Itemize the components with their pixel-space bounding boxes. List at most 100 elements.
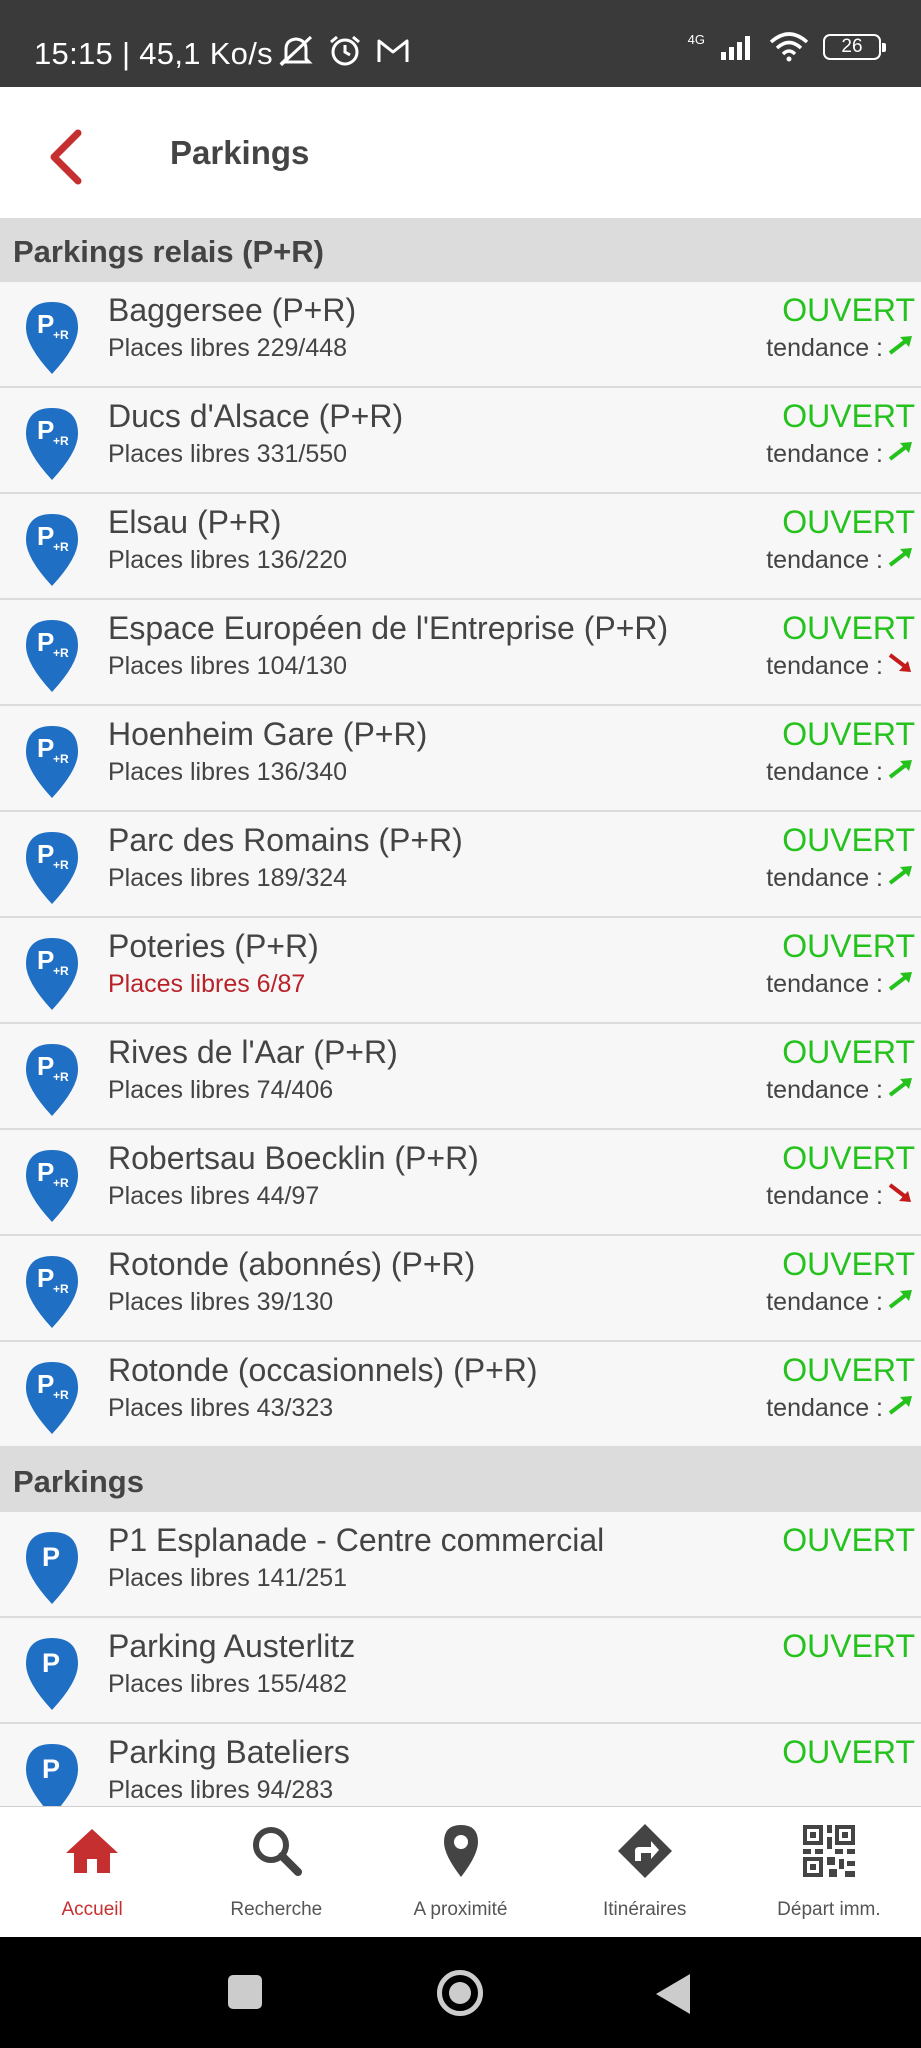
trend-label: tendance : <box>766 864 883 892</box>
home-button-icon[interactable] <box>437 1970 483 2016</box>
parking-row[interactable]: P +R Baggersee (P+R) Places libres 229/448… <box>0 282 921 388</box>
nav-accueil[interactable]: Accueil <box>0 1807 184 1937</box>
parking-name: Ducs d'Alsace (P+R) <box>108 398 404 434</box>
nav-itineraires[interactable]: Itinéraires <box>553 1807 737 1937</box>
status-badge: OUVERT <box>782 1246 915 1282</box>
status-badge: OUVERT <box>782 1522 915 1558</box>
parking-name: Espace Européen de l'Entreprise (P+R) <box>108 610 669 646</box>
parking-name: Rotonde (occasionnels) (P+R) <box>108 1352 538 1388</box>
svg-text:+R: +R <box>53 328 69 342</box>
parking-list[interactable]: Parkings relais (P+R) P +R Baggersee (P+R… <box>0 218 921 1806</box>
status-badge: OUVERT <box>782 1140 915 1176</box>
parking-row[interactable]: P +R Rotonde (abonnés) (P+R) Places libres … <box>0 1236 921 1342</box>
parking-row[interactable]: P +R Poteries (P+R) Places libres 6/87 OUVER… <box>0 918 921 1024</box>
status-badge: OUVERT <box>782 928 915 964</box>
parking-row[interactable]: P +R Hoenheim Gare (P+R) Places libres 136/… <box>0 706 921 812</box>
svg-text:+R: +R <box>53 1282 69 1296</box>
parking-places: Places libres 331/550 <box>108 440 348 468</box>
trend-indicator: tendance : <box>766 864 915 893</box>
parking-row[interactable]: P +R Rives de l'Aar (P+R) Places libres 74/… <box>0 1024 921 1130</box>
parking-places: Places libres 94/283 <box>108 1776 334 1804</box>
recent-apps-icon[interactable] <box>228 1975 262 2009</box>
system-navigation-bar <box>0 1937 921 2048</box>
parking-places: Places libres 136/220 <box>108 546 348 574</box>
status-badge: OUVERT <box>782 292 915 328</box>
status-badge: OUVERT <box>782 716 915 752</box>
parking-name: Robertsau Boecklin (P+R) <box>108 1140 479 1176</box>
nav-label: Départ imm. <box>777 1899 881 1920</box>
parking-pin-icon: P +R <box>24 406 80 482</box>
nav-a-proximite[interactable]: A proximité <box>368 1807 552 1937</box>
parking-pin-icon: P +R <box>24 1042 80 1118</box>
svg-text:P: P <box>37 309 54 339</box>
parking-pin-icon: P <box>24 1530 80 1606</box>
parking-row[interactable]: P +R Parc des Romains (P+R) Places libres 1… <box>0 812 921 918</box>
trend-up-arrow-icon <box>887 546 915 575</box>
parking-row[interactable]: P +R Elsau (P+R) Places libres 136/220 OUVER… <box>0 494 921 600</box>
nav-label: A proximité <box>413 1899 508 1920</box>
parking-places: Places libres 43/323 <box>108 1394 334 1422</box>
parking-row[interactable]: P +R Espace Européen de l'Entreprise (P+R)… <box>0 600 921 706</box>
trend-label: tendance : <box>766 334 883 362</box>
parking-name: Hoenheim Gare (P+R) <box>108 716 428 752</box>
status-badge: OUVERT <box>782 504 915 540</box>
nav-label: Itinéraires <box>603 1899 687 1920</box>
svg-text:+R: +R <box>53 646 69 660</box>
battery-icon: 26 <box>823 34 886 60</box>
chevron-left-icon[interactable] <box>46 129 86 185</box>
trend-indicator: tendance : <box>766 1076 915 1105</box>
trend-label: tendance : <box>766 970 883 998</box>
home-icon <box>66 1829 119 1873</box>
muted-bell-icon <box>279 35 313 67</box>
nav-label: Recherche <box>230 1899 323 1920</box>
parking-row[interactable]: P P1 Esplanade - Centre commercial Places … <box>0 1512 921 1618</box>
trend-up-arrow-icon <box>887 1076 915 1105</box>
svg-text:+R: +R <box>53 1388 69 1402</box>
parking-places: Places libres 189/324 <box>108 864 348 892</box>
parking-row[interactable]: P Parking Austerlitz Places libres 155/482… <box>0 1618 921 1724</box>
parking-row[interactable]: P +R Robertsau Boecklin (P+R) Places libres… <box>0 1130 921 1236</box>
search-icon <box>253 1827 303 1876</box>
network-type: 4G <box>687 31 705 47</box>
trend-indicator: tendance : <box>766 1182 915 1211</box>
nav-recherche[interactable]: Recherche <box>184 1807 368 1937</box>
svg-text:P: P <box>37 1157 54 1187</box>
parking-row[interactable]: P Parking Bateliers Places libres 94/283 OU… <box>0 1724 921 1806</box>
parking-name: Baggersee (P+R) <box>108 292 357 328</box>
svg-text:P: P <box>37 733 54 763</box>
parking-pin-icon: P +R <box>24 512 80 588</box>
parking-name: Rives de l'Aar (P+R) <box>108 1034 398 1070</box>
trend-label: tendance : <box>766 652 883 680</box>
status-badge: OUVERT <box>782 822 915 858</box>
parking-places: Places libres 141/251 <box>108 1564 348 1592</box>
nav-label: Accueil <box>61 1899 123 1920</box>
trend-up-arrow-icon <box>887 1288 915 1317</box>
trend-up-arrow-icon <box>887 334 915 363</box>
svg-text:P: P <box>37 1051 54 1081</box>
parking-name: P1 Esplanade - Centre commercial <box>108 1522 605 1558</box>
parking-pin-icon: P +R <box>24 300 80 376</box>
svg-text:P: P <box>42 1754 60 1784</box>
status-badge: OUVERT <box>782 1734 915 1770</box>
nav-depart-imm[interactable]: Départ imm. <box>737 1807 921 1937</box>
trend-indicator: tendance : <box>766 546 915 575</box>
trend-label: tendance : <box>766 758 883 786</box>
back-triangle-icon[interactable] <box>656 1974 690 2014</box>
svg-text:P: P <box>37 627 54 657</box>
parking-pin-icon: P +R <box>24 724 80 800</box>
parking-pin-icon: P <box>24 1636 80 1712</box>
parking-row[interactable]: P +R Rotonde (occasionnels) (P+R) Places li… <box>0 1342 921 1448</box>
status-badge: OUVERT <box>782 1352 915 1388</box>
trend-indicator: tendance : <box>766 758 915 787</box>
parking-pin-icon: P +R <box>24 1254 80 1330</box>
svg-text:P: P <box>37 839 54 869</box>
status-badge: OUVERT <box>782 610 915 646</box>
trend-up-arrow-icon <box>887 1394 915 1423</box>
status-badge: OUVERT <box>782 398 915 434</box>
trend-label: tendance : <box>766 1076 883 1104</box>
section-header-parkings: Parkings <box>0 1448 921 1512</box>
svg-text:P: P <box>37 415 54 445</box>
parking-pin-icon: P +R <box>24 618 80 694</box>
svg-text:+R: +R <box>53 964 69 978</box>
parking-row[interactable]: P +R Ducs d'Alsace (P+R) Places libres 331/… <box>0 388 921 494</box>
